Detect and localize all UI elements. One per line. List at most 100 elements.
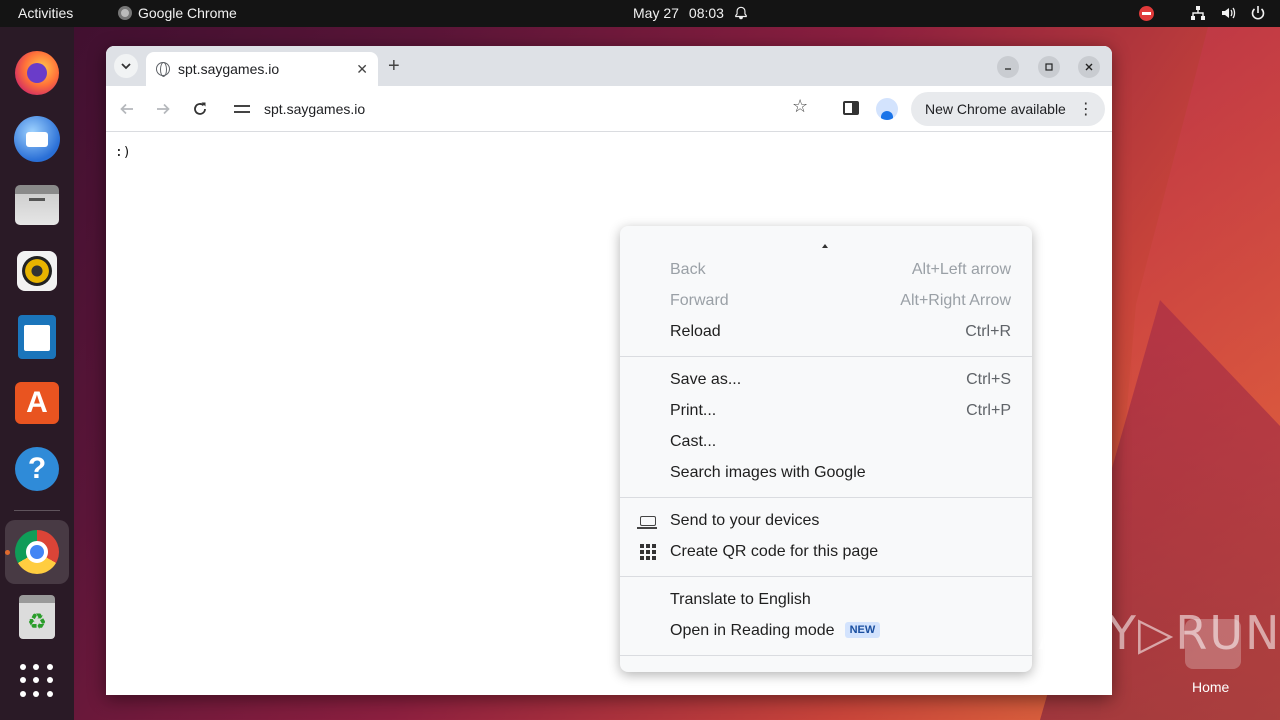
- menu-item-label: Back: [670, 260, 706, 278]
- globe-icon: [156, 62, 170, 77]
- menu-item-send-to-devices[interactable]: Send to your devices: [620, 505, 1032, 536]
- tab-strip: spt.saygames.io ✕ +: [106, 46, 1112, 86]
- chevron-down-icon: [121, 63, 131, 70]
- clock-time: 08:03: [688, 5, 724, 21]
- do-not-disturb-icon: [1139, 5, 1154, 21]
- maximize-button[interactable]: [1038, 56, 1060, 78]
- menu-item-save-as[interactable]: Save as... Ctrl+S: [620, 364, 1032, 395]
- forward-button[interactable]: [152, 98, 174, 120]
- dock-files[interactable]: [13, 181, 61, 229]
- menu-item-label: Forward: [670, 291, 729, 309]
- network-icon: [1191, 6, 1205, 20]
- close-window-button[interactable]: [1078, 56, 1100, 78]
- menu-item-label: Open in Reading mode NEW: [670, 621, 881, 640]
- power-icon: [1251, 6, 1265, 20]
- home-folder-label: Home: [1192, 679, 1230, 695]
- menu-item-label: Cast...: [670, 432, 717, 450]
- menu-item-label: Save as...: [670, 370, 742, 388]
- tab-active[interactable]: spt.saygames.io ✕: [146, 52, 378, 86]
- menu-item-qr-code[interactable]: Create QR code for this page: [620, 536, 1032, 567]
- menu-item-search-images[interactable]: Search images with Google: [620, 457, 1032, 488]
- volume-icon: [1222, 7, 1236, 19]
- menu-item-shortcut: Ctrl+P: [966, 401, 1011, 419]
- menu-item-shortcut: Ctrl+S: [966, 370, 1011, 388]
- menu-item-print[interactable]: Print... Ctrl+P: [620, 395, 1032, 426]
- menu-separator: [620, 655, 1032, 656]
- menu-item-shortcut: Alt+Right Arrow: [900, 291, 1011, 309]
- close-icon: [1085, 63, 1093, 71]
- site-info-icon[interactable]: [234, 103, 250, 115]
- dock-app-center[interactable]: A: [13, 379, 61, 427]
- thunderbird-icon: [14, 116, 60, 162]
- address-bar[interactable]: spt.saygames.io: [224, 91, 826, 127]
- app-menu-label: Google Chrome: [138, 5, 237, 21]
- toolbar: spt.saygames.io ☆ New Chrome available ⋮: [106, 86, 1112, 132]
- help-icon: ?: [15, 447, 59, 491]
- top-bar: Activities Google Chrome May 27 08:03: [0, 0, 1280, 27]
- menu-separator: [620, 497, 1032, 498]
- dock: A ? ♻: [0, 27, 74, 720]
- system-tray[interactable]: [1139, 5, 1266, 21]
- menu-item-cast[interactable]: Cast...: [620, 426, 1032, 457]
- update-chrome-button[interactable]: New Chrome available ⋮: [911, 92, 1105, 126]
- menu-item-forward[interactable]: Forward Alt+Right Arrow: [620, 285, 1032, 316]
- update-label: New Chrome available: [925, 101, 1066, 117]
- reading-mode-label: Open in Reading mode: [670, 621, 835, 639]
- person-icon: [881, 111, 893, 120]
- reload-button[interactable]: [189, 98, 211, 120]
- scroll-up-icon[interactable]: [822, 244, 828, 248]
- back-button[interactable]: [116, 98, 138, 120]
- clock-date: May 27: [633, 5, 679, 21]
- dock-help[interactable]: ?: [13, 445, 61, 493]
- menu-item-back[interactable]: Back Alt+Left arrow: [620, 254, 1032, 285]
- forward-arrow-icon: [157, 103, 170, 115]
- dock-writer[interactable]: [13, 313, 61, 361]
- maximize-icon: [1045, 63, 1053, 71]
- files-icon: [15, 185, 59, 225]
- reload-icon: [194, 102, 206, 115]
- clock[interactable]: May 27 08:03: [633, 5, 748, 21]
- minimize-icon: [1005, 68, 1011, 70]
- app-menu[interactable]: Google Chrome: [118, 5, 237, 21]
- tab-search-button[interactable]: [114, 54, 138, 78]
- menu-item-translate[interactable]: Translate to English: [620, 584, 1032, 615]
- new-badge: NEW: [844, 622, 881, 639]
- writer-icon: [18, 315, 56, 359]
- dock-separator: [14, 510, 60, 511]
- bell-icon: [735, 6, 747, 20]
- menu-item-reload[interactable]: Reload Ctrl+R: [620, 316, 1032, 347]
- activities-button[interactable]: Activities: [18, 5, 73, 21]
- menu-separator: [620, 356, 1032, 357]
- menu-item-label: Reload: [670, 322, 721, 340]
- menu-item-label: Print...: [670, 401, 717, 419]
- minimize-button[interactable]: [997, 56, 1019, 78]
- menu-item-label: Send to your devices: [670, 511, 820, 529]
- show-apps-icon: [20, 664, 54, 698]
- menu-item-label: Search images with Google: [670, 463, 866, 481]
- profile-avatar[interactable]: [876, 98, 898, 120]
- tab-title: spt.saygames.io: [178, 61, 280, 77]
- close-tab-icon[interactable]: ✕: [356, 61, 368, 78]
- dock-show-apps[interactable]: [13, 657, 61, 705]
- dock-trash[interactable]: ♻: [13, 593, 61, 641]
- menu-item-label: Translate to English: [670, 590, 811, 608]
- context-menu: Back Alt+Left arrow Forward Alt+Right Ar…: [620, 226, 1032, 672]
- chrome-icon: [15, 530, 59, 574]
- dock-firefox[interactable]: [13, 49, 61, 97]
- dock-rhythmbox[interactable]: [13, 247, 61, 295]
- side-panel-icon[interactable]: [843, 101, 859, 115]
- bookmark-star-icon[interactable]: ☆: [792, 96, 808, 117]
- qr-code-icon: [640, 544, 656, 560]
- rhythmbox-icon: [17, 251, 57, 291]
- kebab-menu-icon: ⋮: [1077, 101, 1094, 118]
- page-text: :): [115, 145, 131, 160]
- new-tab-button[interactable]: +: [388, 55, 400, 78]
- dock-chrome[interactable]: [5, 520, 69, 584]
- dock-thunderbird[interactable]: [13, 115, 61, 163]
- chrome-icon: [118, 6, 132, 20]
- menu-item-shortcut: Ctrl+R: [965, 322, 1011, 340]
- back-arrow-icon: [120, 103, 133, 115]
- running-indicator: [5, 550, 10, 555]
- menu-item-reading-mode[interactable]: Open in Reading mode NEW: [620, 615, 1032, 646]
- trash-icon: ♻: [19, 595, 55, 639]
